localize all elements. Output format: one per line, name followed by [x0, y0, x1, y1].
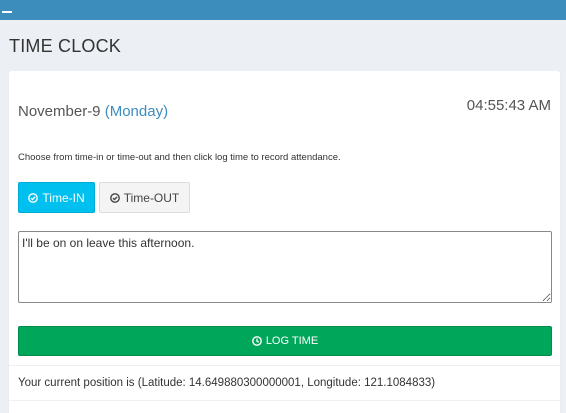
page-title: TIME CLOCK [9, 36, 122, 56]
sidebar-toggle-button[interactable] [0, 0, 14, 20]
remarks-textarea[interactable]: I'll be on on leave this afternoon. [18, 231, 552, 303]
clock-icon [251, 336, 262, 346]
divider [9, 400, 560, 401]
check-circle-icon [109, 192, 120, 203]
check-circle-icon [28, 192, 39, 203]
time-out-button[interactable]: Time-OUT [99, 182, 190, 213]
time-in-button[interactable]: Time-IN [18, 182, 95, 213]
minus-icon [2, 11, 12, 13]
current-date: November-9 (Monday) [18, 103, 168, 120]
current-position-text: Your current position is (Latitude: 14.6… [18, 377, 436, 389]
time-out-label: Time-OUT [123, 190, 180, 205]
current-time: 04:55:43 AM [466, 97, 551, 114]
day-of-week: (Monday) [104, 103, 169, 120]
top-navbar [0, 0, 566, 20]
time-in-label: Time-IN [42, 190, 85, 205]
divider [9, 365, 560, 366]
log-time-label: LOG TIME [265, 335, 319, 347]
log-time-button[interactable]: LOG TIME [18, 326, 552, 356]
date-text: November-9 [18, 103, 101, 120]
instructions-text: Choose from time-in or time-out and then… [18, 152, 341, 163]
